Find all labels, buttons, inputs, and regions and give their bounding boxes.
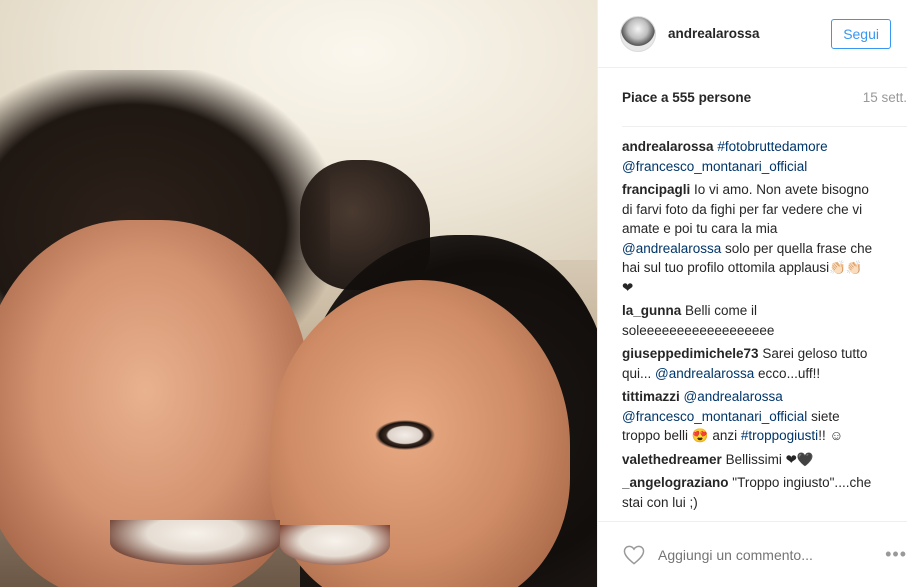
add-comment-input[interactable] xyxy=(658,546,886,563)
comment-tag-link[interactable]: @francesco_montanari_official xyxy=(622,409,807,424)
comment-username[interactable]: _angelograziano xyxy=(622,475,729,490)
comment-item: valethedreamer Bellissimi ❤🖤 xyxy=(622,450,877,470)
comment-item: _angelograziano "Troppo ingiusto"....che… xyxy=(622,473,877,511)
post-date[interactable]: 15 sett. xyxy=(863,90,907,105)
likes-row: Piace a 555 persone 15 sett. xyxy=(598,68,907,126)
comment-tag-link[interactable]: @francesco_montanari_official xyxy=(622,159,807,174)
comment-item: giuseppedimichele73 Sarei geloso tutto q… xyxy=(622,344,877,383)
likes-count[interactable]: Piace a 555 persone xyxy=(622,90,751,105)
heart-icon[interactable] xyxy=(622,543,646,567)
header-username[interactable]: andrealarossa xyxy=(668,26,831,41)
comment-text: ecco...uff!! xyxy=(754,365,821,381)
more-options-icon[interactable]: ••• xyxy=(885,544,907,565)
comment-tag-link[interactable]: @andrealarossa xyxy=(684,389,783,404)
comment-item: francipagli Io vi amo. Non avete bisogno… xyxy=(622,180,877,297)
comment-username[interactable]: francipagli xyxy=(622,182,690,197)
photo-detail xyxy=(375,420,435,450)
comment-text: !! ☺ xyxy=(818,428,844,443)
comments-list: andrealarossa #fotobruttedamore @frances… xyxy=(622,126,907,511)
comment-item: la_gunna Belli come il soleeeeeeeeeeeeee… xyxy=(622,301,877,340)
comment-username[interactable]: valethedreamer xyxy=(622,452,722,467)
post-viewer: andrealarossa Segui Piace a 555 persone … xyxy=(0,0,907,587)
comment-item: andrealarossa #fotobruttedamore @frances… xyxy=(622,137,877,176)
avatar[interactable] xyxy=(620,15,656,52)
post-footer: ••• xyxy=(598,521,907,587)
follow-button[interactable]: Segui xyxy=(831,18,891,49)
post-side-panel: andrealarossa Segui Piace a 555 persone … xyxy=(597,0,907,587)
comment-tag-link[interactable]: #fotobruttedamore xyxy=(717,139,827,154)
comment-tag-link[interactable]: @andrealarossa xyxy=(655,366,754,381)
photo-detail xyxy=(280,525,390,565)
comment-username[interactable]: andrealarossa xyxy=(622,139,714,154)
comment-username[interactable]: la_gunna xyxy=(622,303,681,318)
comment-username[interactable]: giuseppedimichele73 xyxy=(622,346,759,361)
comment-username[interactable]: tittimazzi xyxy=(622,389,680,404)
post-photo[interactable] xyxy=(0,0,597,587)
comment-tag-link[interactable]: #troppogiusti xyxy=(741,428,818,443)
comment-item: tittimazzi @andrealarossa @francesco_mon… xyxy=(622,387,877,446)
comment-tag-link[interactable]: @andrealarossa xyxy=(622,241,721,256)
photo-detail xyxy=(110,520,280,565)
comment-text: Bellissimi ❤🖤 xyxy=(725,451,814,467)
post-header: andrealarossa Segui xyxy=(598,0,907,68)
